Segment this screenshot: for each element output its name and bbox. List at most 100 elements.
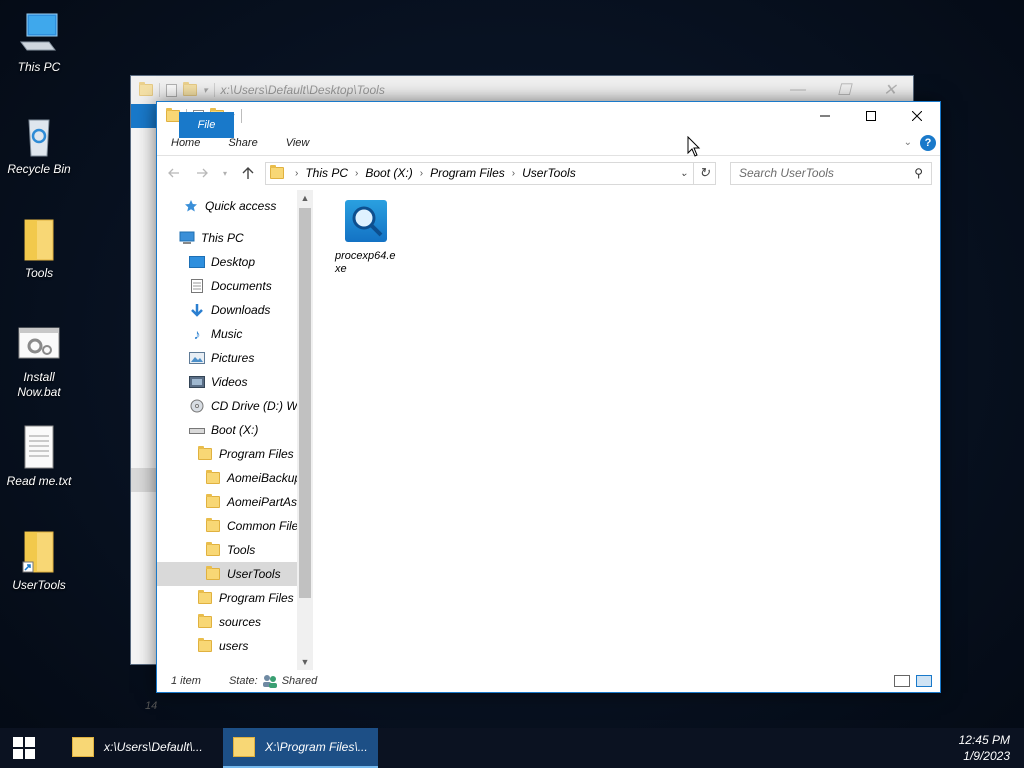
nav-item-program-files[interactable]: Program Files bbox=[157, 442, 297, 466]
nav-item-this-pc[interactable]: This PC bbox=[157, 226, 297, 250]
search-input[interactable]: Search UserTools bbox=[739, 166, 834, 180]
taskbar: x:\Users\Default\... X:\Program Files\..… bbox=[0, 728, 1024, 768]
folder-icon bbox=[270, 165, 284, 179]
chevron-right-icon[interactable]: › bbox=[288, 168, 305, 179]
title-bar[interactable]: ▾ bbox=[157, 102, 940, 130]
minimize-button[interactable] bbox=[802, 102, 848, 130]
tab-file[interactable]: File bbox=[179, 112, 234, 138]
nav-item-common-files[interactable]: Common Files bbox=[157, 514, 297, 538]
expand-ribbon-chevron-icon[interactable]: ⌄ bbox=[904, 137, 912, 148]
shared-users-icon bbox=[262, 675, 277, 688]
selected-item bbox=[131, 468, 157, 492]
desktop-icon-label: This PC bbox=[17, 60, 61, 74]
taskbar-item-label: X:\Program Files\... bbox=[265, 740, 368, 754]
search-box[interactable]: Search UserTools ⚲ bbox=[730, 161, 932, 185]
nav-item-usertools[interactable]: UserTools bbox=[157, 562, 297, 586]
chevron-right-icon[interactable]: › bbox=[505, 168, 522, 179]
nav-item-quick-access[interactable]: Quick access bbox=[157, 194, 297, 218]
tab-view[interactable]: View bbox=[272, 130, 324, 156]
nav-item-videos[interactable]: Videos bbox=[157, 370, 297, 394]
nav-item-music[interactable]: ♪ Music bbox=[157, 322, 297, 346]
nav-item-label: users bbox=[219, 639, 249, 653]
folder-icon bbox=[205, 518, 221, 533]
nav-item-tools[interactable]: Tools bbox=[157, 538, 297, 562]
navigation-pane: Quick access This PC Desktop Documents D… bbox=[157, 190, 313, 670]
minimize-button[interactable]: — bbox=[775, 76, 821, 104]
breadcrumb-usertools[interactable]: UserTools bbox=[522, 166, 576, 180]
folder-icon bbox=[233, 737, 255, 757]
desktop-icon-tools[interactable]: Tools bbox=[4, 216, 74, 281]
refresh-button[interactable]: ↻ bbox=[693, 162, 715, 184]
nav-item-aomeibackup[interactable]: AomeiBackup bbox=[157, 466, 297, 490]
nav-item-label: Quick access bbox=[205, 199, 277, 213]
tab-file[interactable] bbox=[131, 104, 157, 128]
nav-item-cd-drive[interactable]: CD Drive (D:) W bbox=[157, 394, 297, 418]
clock-date: 1/9/2023 bbox=[963, 749, 1010, 763]
process-explorer-icon bbox=[345, 200, 387, 242]
scroll-down-arrow-icon[interactable]: ▼ bbox=[297, 654, 313, 670]
system-clock[interactable]: 12:45 PM 1/9/2023 bbox=[959, 732, 1024, 764]
forward-button[interactable] bbox=[191, 162, 213, 184]
breadcrumb-boot[interactable]: Boot (X:) bbox=[365, 166, 412, 180]
file-list-pane[interactable]: procexp64.exe bbox=[313, 190, 940, 670]
folder-icon bbox=[197, 590, 213, 605]
close-button[interactable] bbox=[894, 102, 940, 130]
desktop-icon-usertools[interactable]: UserTools bbox=[4, 528, 74, 593]
batch-file-icon bbox=[15, 320, 63, 368]
desktop-icon-install-now[interactable]: Install Now.bat bbox=[4, 320, 74, 400]
recent-locations-chevron-icon[interactable]: ▾ bbox=[219, 162, 231, 184]
up-button[interactable] bbox=[237, 162, 259, 184]
breadcrumb-program-files[interactable]: Program Files bbox=[430, 166, 505, 180]
address-history-chevron-icon[interactable]: ⌄ bbox=[675, 168, 693, 179]
nav-item-sources[interactable]: sources bbox=[157, 610, 297, 634]
desktop-icon bbox=[189, 255, 205, 269]
nav-item-documents[interactable]: Documents bbox=[157, 274, 297, 298]
close-button[interactable]: ✕ bbox=[867, 76, 913, 104]
breadcrumb: › This PC › Boot (X:) › Program Files › … bbox=[288, 166, 576, 180]
nav-item-desktop[interactable]: Desktop bbox=[157, 250, 297, 274]
file-item-procexp64[interactable]: procexp64.exe bbox=[335, 200, 411, 276]
nav-item-pictures[interactable]: Pictures bbox=[157, 346, 297, 370]
nav-item-downloads[interactable]: Downloads bbox=[157, 298, 297, 322]
desktop-icon-label: UserTools bbox=[12, 578, 66, 592]
maximize-button[interactable]: ☐ bbox=[821, 76, 867, 104]
nav-item-label: Music bbox=[211, 327, 243, 341]
properties-icon bbox=[166, 83, 177, 97]
title-bar[interactable]: ▾ x:\Users\Default\Desktop\Tools — ☐ ✕ bbox=[131, 76, 913, 104]
scroll-up-arrow-icon[interactable]: ▲ bbox=[297, 190, 313, 206]
desktop-icon-this-pc[interactable]: This PC bbox=[4, 10, 74, 75]
explorer-window-usertools[interactable]: ▾ File Home Share View ⌄ ? bbox=[156, 101, 941, 693]
state-value: Shared bbox=[281, 675, 318, 687]
desktop-icon-recycle-bin[interactable]: Recycle Bin bbox=[4, 112, 74, 177]
nav-item-users[interactable]: users bbox=[157, 634, 297, 658]
back-button[interactable] bbox=[163, 162, 185, 184]
address-bar[interactable]: › This PC › Boot (X:) › Program Files › … bbox=[265, 161, 716, 185]
details-view-icon[interactable] bbox=[894, 675, 910, 687]
nav-item-aomeipartass[interactable]: AomeiPartAss bbox=[157, 490, 297, 514]
chevron-right-icon[interactable]: › bbox=[413, 168, 430, 179]
nav-item-label: CD Drive (D:) W bbox=[211, 399, 297, 413]
state-label: State: bbox=[228, 675, 258, 687]
desktop-icon-read-me[interactable]: Read me.txt bbox=[4, 424, 74, 489]
help-icon[interactable]: ? bbox=[920, 134, 936, 151]
maximize-button[interactable] bbox=[848, 102, 894, 130]
breadcrumb-this-pc[interactable]: This PC bbox=[305, 166, 348, 180]
nav-item-program-files-x86[interactable]: Program Files ( bbox=[157, 586, 297, 610]
taskbar-item-tools-window[interactable]: x:\Users\Default\... bbox=[62, 728, 217, 768]
search-icon: ⚲ bbox=[914, 166, 923, 180]
clock-time: 12:45 PM bbox=[958, 733, 1010, 747]
scrollbar-thumb[interactable] bbox=[299, 208, 311, 598]
folder-icon bbox=[139, 82, 153, 96]
file-name: procexp64.exe bbox=[335, 250, 396, 275]
nav-scrollbar[interactable]: ▲ ▼ bbox=[297, 190, 313, 670]
large-icons-view-icon[interactable] bbox=[916, 675, 932, 687]
nav-item-label: Downloads bbox=[211, 303, 271, 317]
folder-icon bbox=[197, 614, 213, 629]
chevron-right-icon[interactable]: › bbox=[348, 168, 365, 179]
chevron-down-icon: ▾ bbox=[203, 84, 208, 95]
taskbar-item-usertools-window[interactable]: X:\Program Files\... bbox=[223, 728, 378, 768]
nav-item-boot-drive[interactable]: Boot (X:) bbox=[157, 418, 297, 442]
folder-icon bbox=[205, 566, 221, 581]
start-button[interactable] bbox=[0, 728, 48, 768]
nav-item-label: Desktop bbox=[211, 255, 256, 269]
